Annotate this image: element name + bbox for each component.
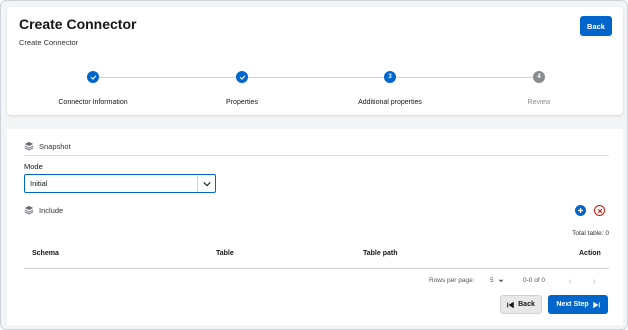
app-window: Create Connector Create Connector Back C…: [0, 0, 628, 330]
breadcrumb: Create Connector: [19, 38, 79, 47]
snapshot-section-heading: Snapshot: [24, 141, 71, 151]
stepper-connector-3: [396, 77, 539, 78]
step-1-complete-icon: [87, 71, 99, 83]
layers-icon: [24, 205, 34, 215]
rows-per-page-select[interactable]: 5: [490, 277, 504, 284]
mode-select-value: Initial: [30, 179, 48, 188]
table-header-divider: [24, 268, 609, 269]
total-tables-count: Total table: 0: [572, 230, 609, 237]
previous-step-button[interactable]: Back: [500, 295, 542, 314]
step-3-label[interactable]: Additional properties: [358, 99, 422, 106]
close-icon: [597, 208, 602, 213]
back-button[interactable]: Back: [580, 16, 612, 36]
include-heading: Include: [39, 205, 64, 215]
step-4-number: 4: [533, 71, 545, 83]
next-step-button[interactable]: Next Step: [548, 295, 608, 314]
stepper-connector-2: [248, 77, 391, 78]
caret-down-icon: [498, 279, 504, 282]
plus-icon: [578, 208, 583, 213]
include-section-heading: Include: [24, 205, 63, 215]
remove-table-button[interactable]: [594, 205, 605, 216]
previous-step-label: Back: [518, 301, 535, 308]
layers-icon: [24, 141, 34, 151]
mode-label: Mode: [24, 162, 43, 171]
stepper-connector-1: [99, 77, 242, 78]
snapshot-divider: [24, 155, 609, 156]
chevron-down-icon[interactable]: [197, 175, 215, 192]
next-page-button[interactable]: ›: [587, 275, 601, 287]
header-card: Create Connector Create Connector Back C…: [7, 7, 623, 115]
rows-per-page-value: 5: [490, 277, 494, 284]
step-2-complete-icon: [236, 71, 248, 83]
skip-forward-icon: [592, 301, 600, 308]
skip-back-icon: [507, 301, 514, 308]
previous-page-button[interactable]: ‹: [563, 275, 577, 287]
step-2-label[interactable]: Properties: [226, 99, 258, 106]
step-4-label: Review: [527, 99, 551, 106]
column-header-action: Action: [579, 250, 601, 257]
page-title: Create Connector: [19, 16, 137, 32]
mode-select[interactable]: Initial: [24, 174, 216, 193]
column-header-table: Table: [216, 250, 234, 257]
add-table-button[interactable]: [575, 205, 586, 216]
next-step-label: Next Step: [556, 301, 589, 308]
column-header-table-path: Table path: [363, 250, 398, 257]
column-header-schema: Schema: [32, 250, 59, 257]
step-3-number: 3: [384, 71, 396, 83]
pagination-range: 0-0 of 0: [523, 277, 546, 284]
rows-per-page-label: Rows per page:: [429, 277, 475, 284]
snapshot-heading: Snapshot: [39, 141, 71, 151]
step-1-label[interactable]: Connector Information: [58, 99, 127, 106]
